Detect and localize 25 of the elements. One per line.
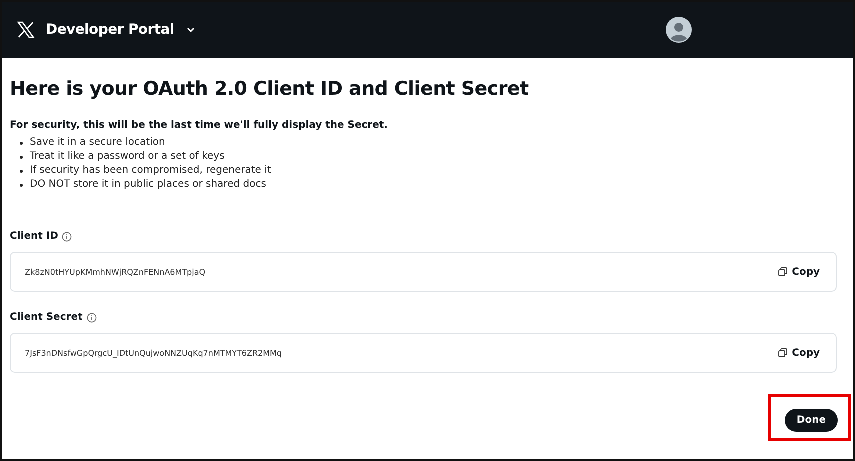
- page-heading: Here is your OAuth 2.0 Client ID and Client Secret: [10, 78, 530, 100]
- x-logo-icon[interactable]: [16, 20, 36, 40]
- copy-button[interactable]: Copy: [776, 346, 822, 360]
- credential-field[interactable]: 7JsF3nDNsfwGpQrgcU_IDtUnQujwoNNZUqKq7nMTMYT6ZR2MMq Copy: [10, 333, 837, 373]
- info-icon[interactable]: [62, 232, 72, 242]
- bullet-icon: [20, 156, 23, 158]
- done-button[interactable]: Done: [784, 409, 838, 432]
- portal-title[interactable]: Developer Portal: [46, 22, 174, 38]
- credential-field[interactable]: Zk8zN0tHYUpKMmhNWjRQZnFENnA6MTpjaQ Copy: [10, 252, 837, 292]
- field-label: Client ID: [10, 231, 58, 242]
- tip-item: Treat it like a password or a set of keys: [30, 150, 225, 164]
- field-label: Client Secret: [10, 312, 83, 323]
- avatar-icon[interactable]: [666, 17, 692, 43]
- info-icon[interactable]: [86, 312, 97, 322]
- tip-item: If security has been compromised, regenerate it: [30, 164, 272, 178]
- chevron-down-icon[interactable]: [186, 25, 196, 35]
- copy-icon[interactable]: [778, 267, 788, 277]
- copy-icon[interactable]: [778, 348, 788, 358]
- copy-button[interactable]: Copy: [776, 264, 822, 280]
- bullet-icon: [20, 142, 23, 144]
- bullet-icon: [20, 170, 23, 172]
- security-note: For security, this will be the last time we'll fully display the Secret.: [10, 120, 389, 131]
- tip-item: DO NOT store it in public places or shared docs: [30, 178, 266, 192]
- bullet-icon: [20, 184, 23, 186]
- tip-item: Save it in a secure location: [30, 136, 166, 150]
